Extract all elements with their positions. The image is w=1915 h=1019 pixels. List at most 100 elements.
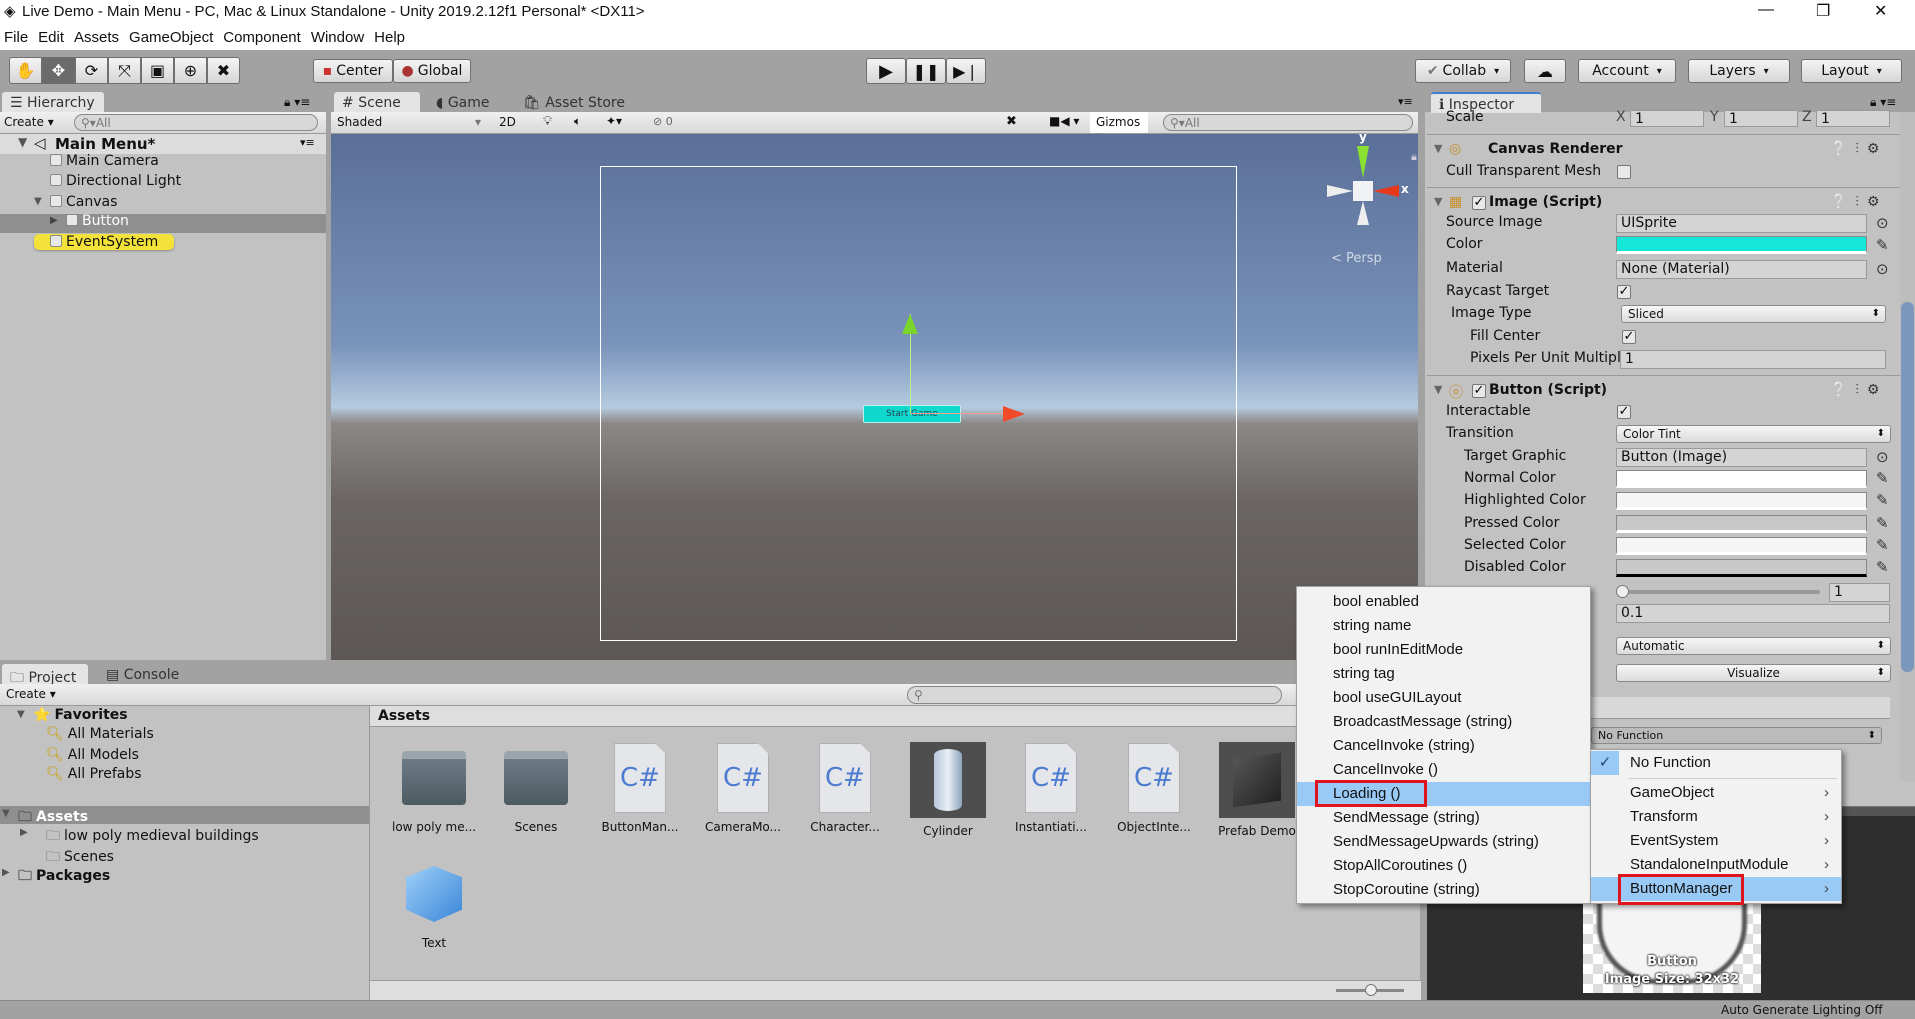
hierarchy-item-canvas[interactable]: ▼ Canvas: [34, 194, 117, 210]
rect-tool-button[interactable]: ▣: [141, 57, 174, 84]
target-graphic-field[interactable]: Button (Image): [1616, 448, 1867, 467]
menu-item[interactable]: CancelInvoke (string): [1297, 734, 1590, 758]
pause-button[interactable]: ❚❚: [906, 58, 946, 84]
project-tree-packages[interactable]: ▶ 🗀 Packages: [2, 865, 110, 889]
onclick-function-dropdown[interactable]: No Function: [1591, 727, 1882, 744]
orientation-gizmo[interactable]: [1353, 181, 1373, 201]
hierarchy-search-input[interactable]: ⚲▾All: [74, 114, 318, 131]
fade-duration-input[interactable]: 0.1: [1616, 604, 1890, 623]
menu-assets[interactable]: Assets: [70, 24, 125, 46]
expand-arrow-icon[interactable]: ▶: [2, 867, 10, 878]
menu-item-gameobject[interactable]: GameObject ›: [1591, 781, 1841, 805]
menu-item[interactable]: string tag: [1297, 662, 1590, 686]
inspector-lock-icon[interactable]: 🔒︎ ▾≡: [1870, 95, 1896, 110]
layout-button[interactable]: Layout: [1801, 59, 1902, 83]
lighting-icon[interactable]: 💡︎: [543, 114, 552, 129]
gizmo-neg-z-cone[interactable]: [1357, 201, 1369, 225]
step-button[interactable]: ▶❘: [946, 58, 986, 84]
inspector-scrollbar[interactable]: [1900, 112, 1915, 782]
menu-gameobject[interactable]: GameObject: [125, 24, 219, 46]
maximize-button[interactable]: ❐: [1816, 1, 1830, 21]
gizmo-x-cone[interactable]: [1373, 185, 1399, 197]
menu-item[interactable]: SendMessage (string): [1297, 806, 1590, 830]
asset-item[interactable]: C# CameraMo...: [693, 742, 793, 834]
minimize-button[interactable]: —: [1758, 1, 1774, 19]
color-field[interactable]: [1616, 236, 1867, 254]
interactable-checkbox[interactable]: ✓: [1617, 405, 1631, 419]
cloud-button[interactable]: ☁: [1524, 59, 1566, 83]
menu-file[interactable]: File: [0, 24, 34, 46]
foldout-arrow-icon[interactable]: ▼: [1434, 195, 1442, 208]
tab-asset-store[interactable]: 🛍︎ Asset Store: [515, 92, 633, 113]
asset-item[interactable]: C# Instantiati...: [1001, 742, 1101, 834]
expand-arrow-icon[interactable]: ▶: [20, 827, 28, 838]
eyedropper-icon[interactable]: ✎: [1876, 514, 1889, 532]
play-button[interactable]: ▶: [866, 58, 906, 84]
selected-color-field[interactable]: [1616, 537, 1867, 555]
highlighted-color-field[interactable]: [1616, 492, 1867, 510]
foldout-arrow-icon[interactable]: ▼: [1434, 142, 1442, 155]
hidden-objects-toggle[interactable]: ⊘ 0: [653, 115, 673, 128]
menu-item[interactable]: StopCoroutine (string): [1297, 878, 1590, 902]
menu-item[interactable]: string name: [1297, 614, 1590, 638]
color-multiplier-slider[interactable]: [1620, 590, 1820, 594]
menu-item-transform[interactable]: Transform ›: [1591, 805, 1841, 829]
asset-breadcrumb[interactable]: Assets: [370, 706, 1421, 727]
expand-arrow-icon[interactable]: ▼: [17, 709, 25, 720]
disabled-color-field[interactable]: [1616, 559, 1867, 577]
scale-x-input[interactable]: 1: [1630, 110, 1704, 127]
expand-arrow-icon[interactable]: ▼: [2, 808, 10, 819]
hierarchy-item-main-camera[interactable]: Main Camera: [50, 153, 159, 169]
panel-menu-icon[interactable]: ▾≡: [1398, 95, 1413, 108]
layers-button[interactable]: Layers: [1688, 59, 1790, 83]
asset-item[interactable]: C# Character...: [795, 742, 895, 834]
tab-scene[interactable]: # Scene: [334, 92, 420, 113]
menu-item[interactable]: bool enabled: [1297, 590, 1590, 614]
expand-arrow-icon[interactable]: ▶: [50, 215, 58, 226]
object-picker-icon[interactable]: ⊙: [1876, 448, 1889, 466]
project-tree-all-prefabs[interactable]: 🔍︎ All Prefabs: [46, 766, 142, 782]
gizmo-lock-icon[interactable]: 🔒︎: [1411, 150, 1417, 164]
menu-component[interactable]: Component: [219, 24, 307, 46]
start-game-button-preview[interactable]: Start Game: [863, 405, 961, 423]
menu-item[interactable]: CancelInvoke (): [1297, 758, 1590, 782]
eyedropper-icon[interactable]: ✎: [1876, 491, 1889, 509]
object-picker-icon[interactable]: ⊙: [1876, 214, 1889, 232]
image-enabled-checkbox[interactable]: ✓: [1472, 196, 1486, 210]
project-tree-favorites[interactable]: ▼ ⭐ Favorites: [17, 707, 128, 723]
project-tree-all-materials[interactable]: 🔍︎ All Materials: [46, 726, 154, 742]
menu-item[interactable]: BroadcastMessage (string): [1297, 710, 1590, 734]
material-field[interactable]: None (Material): [1616, 260, 1867, 279]
scale-z-input[interactable]: 1: [1816, 110, 1890, 127]
gizmo-y-cone[interactable]: [1357, 146, 1369, 178]
eyedropper-icon[interactable]: ✎: [1876, 469, 1889, 487]
hierarchy-item-eventsystem[interactable]: EventSystem: [34, 234, 175, 250]
close-button[interactable]: ✕: [1874, 1, 1887, 21]
project-tree-all-models[interactable]: 🔍︎ All Models: [46, 747, 139, 763]
cull-transparent-mesh-checkbox[interactable]: [1617, 165, 1631, 179]
camera-icon[interactable]: ■◀ ▾: [1049, 114, 1079, 128]
raycast-target-checkbox[interactable]: ✓: [1617, 285, 1631, 299]
hand-tool-button[interactable]: ✋: [9, 57, 42, 84]
project-create-button[interactable]: Create ▾: [6, 687, 56, 701]
expand-arrow-icon[interactable]: ▼: [34, 196, 42, 207]
lock-icon[interactable]: 🔒︎ ▾≡: [284, 95, 310, 110]
menu-item[interactable]: StopAllCoroutines (): [1297, 854, 1590, 878]
asset-item[interactable]: low poly me...: [384, 742, 484, 834]
menu-item-no function[interactable]: No Function ✓: [1591, 751, 1841, 775]
transition-dropdown[interactable]: Color Tint: [1616, 425, 1891, 443]
foldout-arrow-icon[interactable]: ▼: [1434, 383, 1442, 396]
effects-icon[interactable]: ✦▾: [606, 114, 622, 128]
menu-window[interactable]: Window: [307, 24, 370, 46]
lighting-status[interactable]: Auto Generate Lighting Off: [1721, 1003, 1883, 1017]
menu-item-eventsystem[interactable]: EventSystem ›: [1591, 829, 1841, 853]
persp-toggle[interactable]: < Persp: [1331, 251, 1382, 266]
project-search-input[interactable]: ⚲: [907, 686, 1282, 704]
icon-size-slider-handle[interactable]: [1365, 984, 1377, 996]
move-tool-button[interactable]: ✥: [42, 57, 75, 84]
asset-item[interactable]: Text: [384, 858, 484, 950]
scrollbar-thumb[interactable]: [1901, 302, 1914, 672]
scale-tool-button[interactable]: ⤧: [108, 57, 141, 84]
scene-search-input[interactable]: ⚲▾All: [1163, 114, 1413, 131]
pixels-per-unit-input[interactable]: 1: [1620, 350, 1886, 369]
